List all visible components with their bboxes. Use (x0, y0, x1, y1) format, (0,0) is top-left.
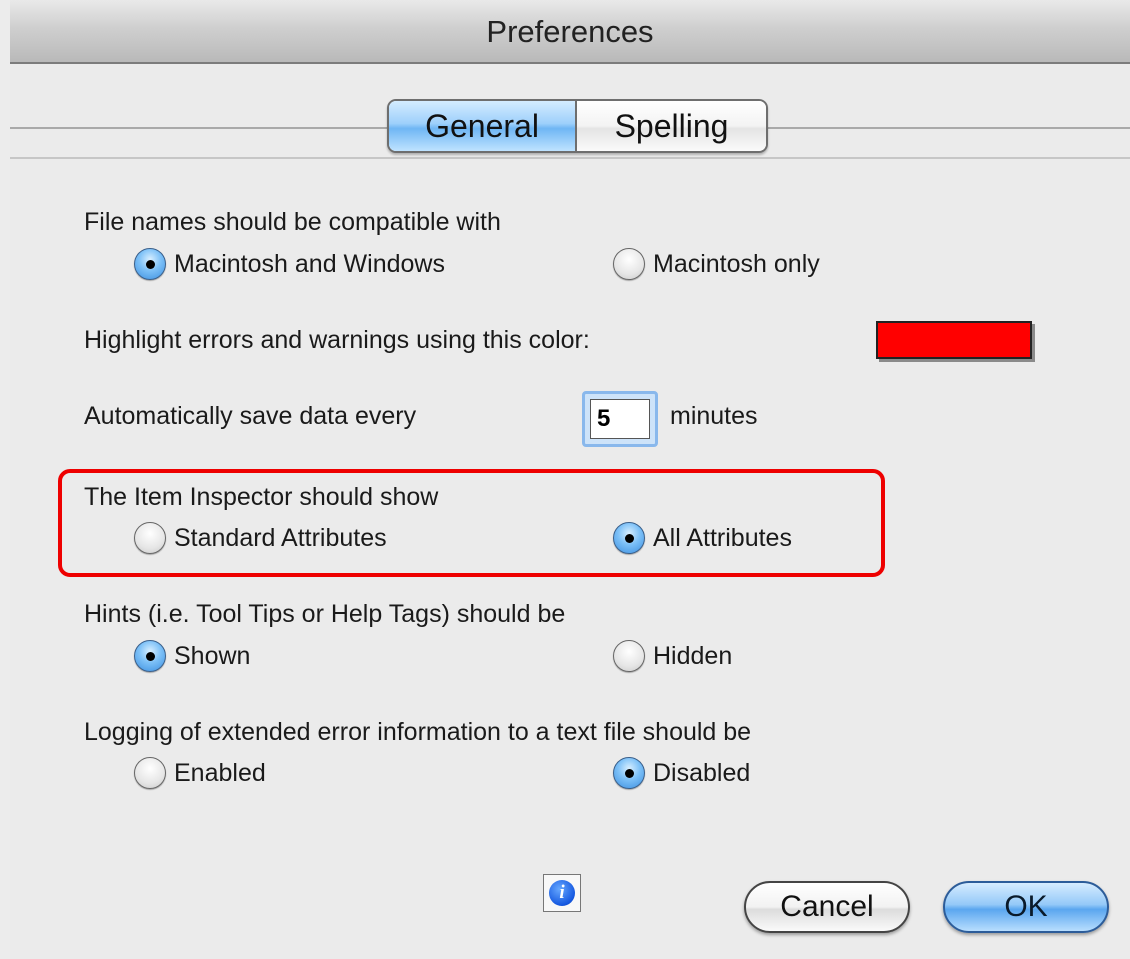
radio-hints-hidden[interactable]: Hidden (613, 640, 732, 672)
radio-standard-attributes[interactable]: Standard Attributes (134, 522, 387, 554)
autosave-minutes-field[interactable] (582, 391, 658, 447)
radio-label: Shown (174, 641, 251, 670)
tab-spelling[interactable]: Spelling (577, 101, 766, 151)
autosave-minutes-input[interactable] (590, 399, 650, 439)
cancel-button[interactable]: Cancel (744, 881, 910, 933)
window-title-bar: Preferences (10, 0, 1130, 64)
filenames-label: File names should be compatible with (84, 208, 501, 236)
radio-button[interactable] (613, 757, 645, 789)
radio-button[interactable] (613, 248, 645, 280)
radio-logging-enabled[interactable]: Enabled (134, 757, 266, 789)
radio-button[interactable] (613, 640, 645, 672)
tab-general[interactable]: General (389, 101, 577, 151)
radio-label: Macintosh only (653, 249, 820, 278)
ok-button[interactable]: OK (943, 881, 1109, 933)
radio-label: Enabled (174, 758, 266, 787)
autosave-unit-label: minutes (670, 402, 758, 430)
radio-button[interactable] (613, 522, 645, 554)
radio-button[interactable] (134, 522, 166, 554)
radio-logging-disabled[interactable]: Disabled (613, 757, 750, 789)
hints-label: Hints (i.e. Tool Tips or Help Tags) shou… (84, 600, 566, 628)
radio-button[interactable] (134, 248, 166, 280)
radio-macintosh-and-windows[interactable]: Macintosh and Windows (134, 248, 445, 280)
radio-all-attributes[interactable]: All Attributes (613, 522, 792, 554)
tab-control: General Spelling (387, 99, 768, 153)
info-button[interactable]: i (543, 874, 581, 912)
radio-macintosh-only[interactable]: Macintosh only (613, 248, 820, 280)
info-icon: i (549, 880, 575, 906)
radio-button[interactable] (134, 640, 166, 672)
radio-label: All Attributes (653, 523, 792, 552)
highlight-color-label: Highlight errors and warnings using this… (84, 326, 590, 354)
radio-label: Hidden (653, 641, 733, 670)
window-title: Preferences (486, 14, 654, 49)
radio-button[interactable] (134, 757, 166, 789)
preferences-panel: General Spelling File names should be co… (10, 64, 1130, 959)
autosave-label: Automatically save data every (84, 402, 417, 430)
radio-label: Standard Attributes (174, 523, 387, 552)
highlight-color-well[interactable] (876, 321, 1032, 359)
radio-label: Disabled (653, 758, 751, 787)
tab-divider (10, 157, 1130, 159)
logging-label: Logging of extended error information to… (84, 718, 752, 746)
radio-label: Macintosh and Windows (174, 249, 445, 278)
inspector-label: The Item Inspector should show (84, 483, 439, 511)
radio-hints-shown[interactable]: Shown (134, 640, 250, 672)
